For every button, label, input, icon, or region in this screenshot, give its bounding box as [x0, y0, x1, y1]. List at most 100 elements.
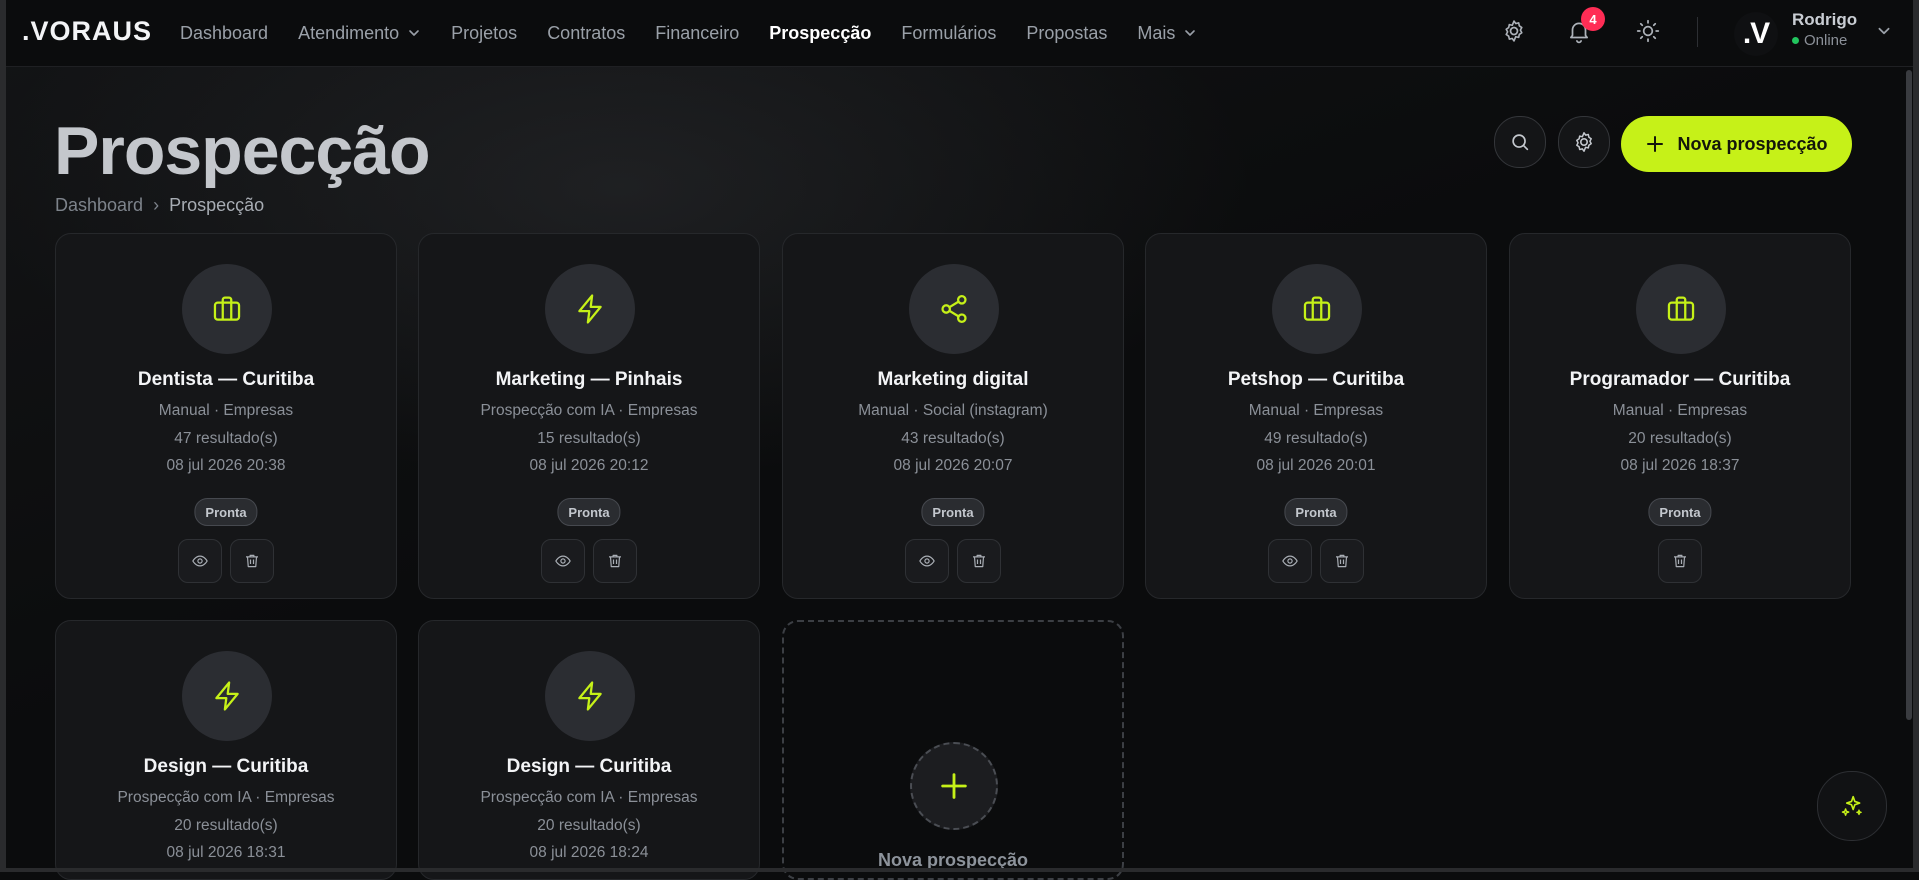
- user-status-label: Online: [1804, 32, 1848, 49]
- notification-count-badge: 4: [1581, 7, 1605, 31]
- scrollbar[interactable]: [1906, 70, 1912, 720]
- nav-dashboard[interactable]: Dashboard: [180, 23, 268, 44]
- new-prospection-button[interactable]: Nova prospecção: [1621, 116, 1852, 172]
- status-badge: Pronta: [1284, 498, 1348, 526]
- breadcrumb-current: Prospecção: [169, 195, 265, 215]
- delete-button[interactable]: [957, 539, 1001, 583]
- card-icon-circle: [545, 264, 635, 354]
- new-prospection-button-label: Nova prospecção: [1677, 133, 1828, 154]
- nav-mais-label: Mais: [1137, 22, 1176, 43]
- card-date: 08 jul 2026 20:01: [1256, 457, 1376, 474]
- settings-button[interactable]: [1499, 16, 1529, 46]
- breadcrumb-dashboard[interactable]: Dashboard: [55, 195, 143, 216]
- prospection-card[interactable]: Design — Curitiba Prospecção com IA · Em…: [418, 620, 760, 880]
- briefcase-icon: [1667, 296, 1695, 321]
- card-date: 08 jul 2026 20:38: [166, 457, 286, 474]
- nav-atendimento[interactable]: Atendimento: [298, 23, 421, 44]
- card-actions: [1510, 539, 1850, 583]
- briefcase-icon: [213, 296, 241, 321]
- user-menu-toggle[interactable]: [1869, 16, 1899, 46]
- new-prospection-card[interactable]: Nova prospecção: [782, 620, 1124, 880]
- page-title: Prospecção: [54, 113, 431, 189]
- card-title: Design — Curitiba: [506, 756, 672, 777]
- view-button[interactable]: [905, 539, 949, 583]
- card-title: Programador — Curitiba: [1569, 369, 1791, 390]
- view-button[interactable]: [178, 539, 222, 583]
- avatar[interactable]: .V: [1734, 12, 1778, 56]
- card-results: 47 resultado(s): [174, 430, 278, 447]
- prospection-card[interactable]: Dentista — Curitiba Manual · Empresas 47…: [55, 233, 397, 599]
- plus-icon: [1647, 136, 1664, 152]
- eye-icon: [555, 555, 571, 567]
- briefcase-icon: [1303, 296, 1331, 321]
- nav-projetos[interactable]: Projetos: [451, 23, 517, 44]
- lightning-icon: [578, 294, 602, 324]
- card-title: Dentista — Curitiba: [137, 369, 315, 390]
- top-navbar: .VORAUS Dashboard Atendimento Projetos C…: [0, 0, 1919, 67]
- card-type: Prospecção com IA · Empresas: [117, 789, 335, 806]
- theme-toggle-button[interactable]: [1633, 16, 1663, 46]
- card-date: 08 jul 2026 18:31: [166, 844, 286, 861]
- nav-formularios[interactable]: Formulários: [901, 23, 996, 44]
- nav-prospeccao[interactable]: Prospecção: [769, 23, 871, 44]
- nav-financeiro[interactable]: Financeiro: [655, 23, 739, 44]
- prospection-card[interactable]: Design — Curitiba Prospecção com IA · Em…: [55, 620, 397, 880]
- breadcrumb: Dashboard › Prospecção: [55, 195, 264, 216]
- trash-icon: [246, 554, 258, 568]
- prospection-card[interactable]: Petshop — Curitiba Manual · Empresas 49 …: [1145, 233, 1487, 599]
- gear-icon: [1576, 132, 1592, 152]
- share-icon: [941, 294, 967, 324]
- view-button[interactable]: [1268, 539, 1312, 583]
- delete-button[interactable]: [230, 539, 274, 583]
- user-status: Online: [1792, 32, 1847, 49]
- eye-icon: [1282, 555, 1298, 567]
- card-icon-circle: [1272, 264, 1362, 354]
- prospection-card[interactable]: Marketing digital Manual · Social (insta…: [782, 233, 1124, 599]
- chevron-down-icon: [1878, 27, 1890, 35]
- nav-mais[interactable]: Mais: [1137, 23, 1197, 44]
- card-type: Manual · Social (instagram): [858, 402, 1048, 419]
- view-button[interactable]: [541, 539, 585, 583]
- new-prospection-card-label: Nova prospecção: [877, 850, 1029, 870]
- breadcrumb-separator: ›: [153, 195, 160, 215]
- search-button[interactable]: [1494, 116, 1546, 168]
- status-badge: Pronta: [557, 498, 621, 526]
- card-type: Manual · Empresas: [1612, 402, 1748, 419]
- nav-divider: [1697, 17, 1698, 47]
- card-title: Petshop — Curitiba: [1227, 369, 1405, 390]
- eye-icon: [919, 555, 935, 567]
- card-date: 08 jul 2026 20:07: [893, 457, 1013, 474]
- card-type: Prospecção com IA · Empresas: [480, 402, 698, 419]
- status-badge: Pronta: [194, 498, 258, 526]
- online-status-dot: [1792, 37, 1799, 44]
- card-icon-circle: [182, 651, 272, 741]
- chevron-down-icon: [409, 30, 419, 36]
- card-date: 08 jul 2026 18:24: [529, 844, 649, 861]
- nav-contratos[interactable]: Contratos: [547, 23, 625, 44]
- user-name[interactable]: Rodrigo: [1792, 10, 1857, 30]
- ai-assistant-button[interactable]: [1817, 771, 1887, 841]
- nav-propostas[interactable]: Propostas: [1026, 23, 1107, 44]
- brand-logo[interactable]: .VORAUS: [22, 16, 152, 47]
- card-icon-circle: [545, 651, 635, 741]
- sparkles-icon: [1841, 795, 1862, 816]
- card-type: Prospecção com IA · Empresas: [480, 789, 698, 806]
- chevron-down-icon: [1185, 30, 1196, 36]
- delete-button[interactable]: [1658, 539, 1702, 583]
- card-actions: [783, 539, 1123, 583]
- page-settings-button[interactable]: [1558, 116, 1610, 168]
- card-icon-circle: [909, 264, 999, 354]
- card-date: 08 jul 2026 20:12: [529, 457, 649, 474]
- prospection-card[interactable]: Marketing — Pinhais Prospecção com IA · …: [418, 233, 760, 599]
- prospection-card[interactable]: Programador — Curitiba Manual · Empresas…: [1509, 233, 1851, 599]
- card-icon-circle: [1636, 264, 1726, 354]
- gear-icon: [1505, 20, 1523, 42]
- nav-atendimento-label: Atendimento: [298, 22, 400, 43]
- card-results: 43 resultado(s): [901, 430, 1005, 447]
- delete-button[interactable]: [593, 539, 637, 583]
- plus-icon: [941, 773, 967, 799]
- card-results: 49 resultado(s): [1264, 430, 1368, 447]
- card-results: 20 resultado(s): [1628, 430, 1732, 447]
- delete-button[interactable]: [1320, 539, 1364, 583]
- trash-icon: [973, 554, 985, 568]
